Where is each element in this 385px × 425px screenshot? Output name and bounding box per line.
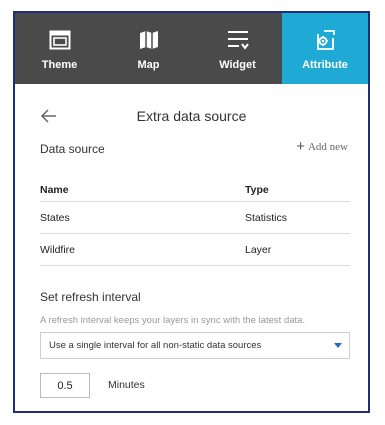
tab-widget-label: Widget [219, 59, 256, 71]
attribute-icon [312, 27, 338, 53]
refresh-mode-value: Use a single interval for all non-static… [49, 340, 262, 351]
add-new-label: Add new [307, 141, 348, 153]
chevron-down-icon [334, 343, 342, 348]
refresh-interval-hint: A refresh interval keeps your layers in … [40, 315, 306, 326]
row-type: Statistics [245, 211, 288, 224]
column-type-header: Type [245, 183, 269, 196]
table-row[interactable]: States Statistics [40, 202, 350, 234]
tab-map-label: Map [137, 59, 160, 71]
theme-icon [47, 27, 73, 53]
refresh-interval-label: Set refresh interval [40, 290, 141, 304]
tab-bar: Theme Map Widget Attribute [15, 13, 368, 84]
tab-theme[interactable]: Theme [15, 13, 104, 84]
map-icon [136, 27, 162, 53]
row-name: States [40, 211, 70, 224]
data-source-label: Data source [40, 142, 105, 156]
tab-attribute[interactable]: Attribute [282, 13, 368, 84]
panel-header: Extra data source [15, 104, 368, 128]
arrow-left-icon [40, 109, 56, 123]
tab-attribute-label: Attribute [302, 59, 348, 71]
interval-unit-label: Minutes [108, 379, 145, 391]
row-name: Wildfire [40, 243, 76, 256]
add-new-button[interactable]: + Add new [296, 138, 348, 155]
column-name-header: Name [40, 183, 69, 196]
table-header: Name Type [40, 178, 350, 202]
back-button[interactable] [39, 106, 59, 126]
panel-body: Extra data source Data source + Add new … [15, 84, 368, 411]
widget-icon [225, 27, 251, 53]
tab-theme-label: Theme [41, 59, 78, 71]
page-title: Extra data source [136, 108, 247, 124]
plus-icon: + [296, 138, 305, 155]
interval-input[interactable] [40, 373, 90, 398]
refresh-mode-select[interactable]: Use a single interval for all non-static… [40, 332, 350, 359]
tab-widget[interactable]: Widget [193, 13, 282, 84]
tab-map[interactable]: Map [104, 13, 193, 84]
row-type: Layer [245, 243, 272, 256]
extra-data-source-panel: Theme Map Widget Attribute Extra data so… [13, 11, 370, 413]
data-source-table: Name Type States Statistics Wildfire Lay… [40, 178, 350, 266]
table-row[interactable]: Wildfire Layer [40, 234, 350, 266]
